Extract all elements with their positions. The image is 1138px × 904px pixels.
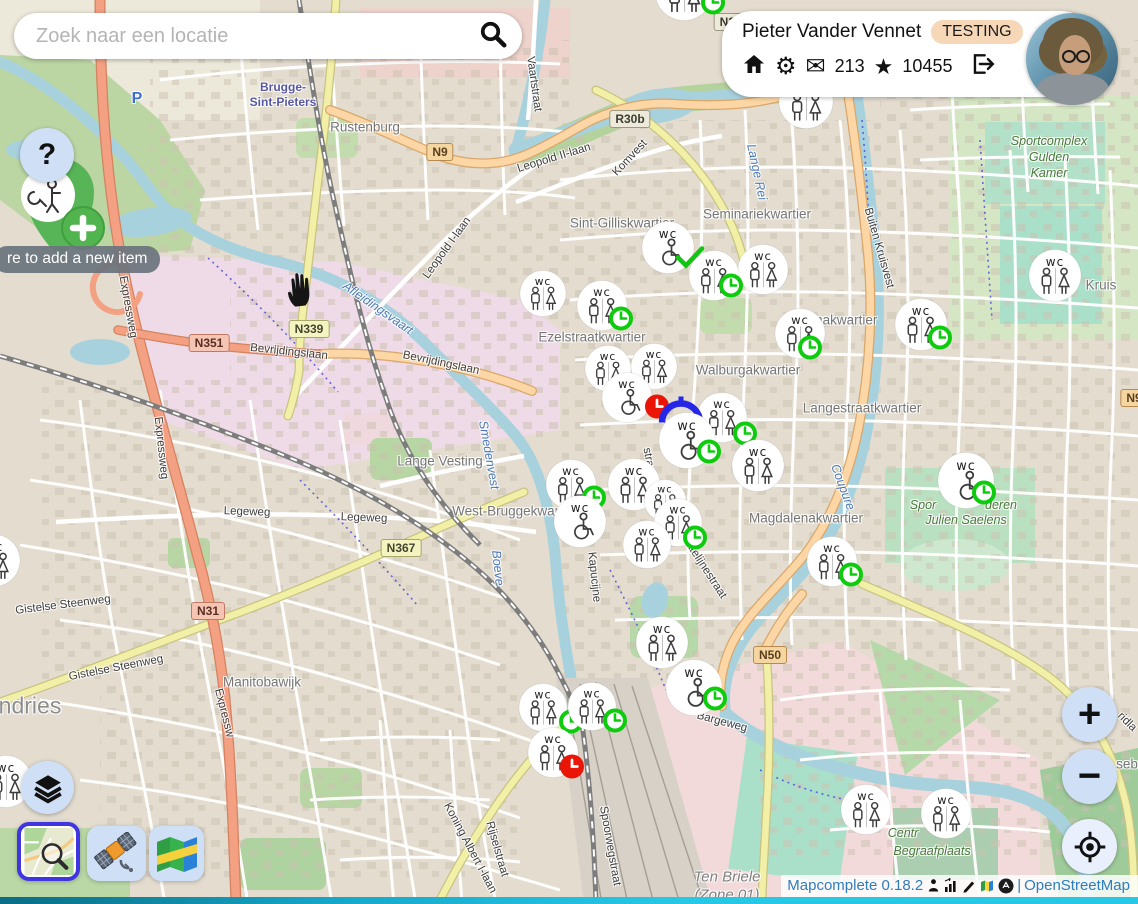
toilet-marker[interactable]: wc — [737, 244, 789, 301]
svg-text:wc: wc — [684, 666, 704, 681]
changeset-count: 10455 — [902, 56, 952, 77]
add-item-tooltip: re to add a new item — [0, 246, 160, 273]
mini-map-icon — [980, 879, 994, 892]
svg-text:wc: wc — [0, 761, 15, 775]
svg-text:wc: wc — [618, 377, 636, 391]
green-clock-badge — [608, 305, 635, 337]
statue-icon — [927, 878, 940, 893]
avatar-glasses — [1062, 50, 1090, 62]
svg-text:wc: wc — [625, 464, 643, 478]
satellite-icon — [93, 832, 141, 876]
dark-circle-icon[interactable] — [998, 878, 1014, 894]
osm-link[interactable]: OpenStreetMap — [1024, 877, 1130, 894]
green-clock-badge — [838, 561, 865, 593]
svg-text:wc: wc — [956, 459, 976, 474]
attribution-bar: Mapcomplete 0.18.2 | OpenStreetMap — [781, 875, 1138, 897]
green-clock-badge — [696, 438, 723, 470]
toilet-marker[interactable]: wc — [731, 439, 785, 498]
osm-map-search-icon — [24, 828, 74, 875]
stats-icon[interactable] — [944, 878, 958, 893]
map-marker-layer: wc wc wc wc wc wc wc — [0, 0, 1138, 904]
mapcomplete-app: RustenburgSint-GilliskwartierSeminariekw… — [0, 0, 1138, 904]
toilet-marker[interactable]: wc — [920, 788, 972, 845]
layers-icon — [32, 772, 64, 804]
folded-map-icon — [155, 833, 199, 875]
svg-text:wc: wc — [823, 541, 841, 555]
toilet-marker[interactable]: wc — [519, 270, 567, 323]
svg-text:wc: wc — [754, 249, 772, 263]
svg-text:wc: wc — [705, 255, 723, 269]
svg-text:wc: wc — [659, 227, 677, 241]
layers-button[interactable] — [21, 761, 74, 814]
svg-text:wc: wc — [653, 622, 671, 636]
logout-icon[interactable] — [969, 51, 995, 82]
zoom-out-button[interactable]: − — [1062, 749, 1117, 804]
help-label: ? — [38, 138, 56, 172]
help-button[interactable]: ? — [20, 128, 74, 182]
green-clock-badge — [700, 0, 727, 21]
message-count: 213 — [835, 56, 865, 77]
svg-text:wc: wc — [571, 501, 589, 515]
changeset-star-icon: ★ — [874, 56, 894, 78]
background-satellite-button[interactable] — [87, 826, 146, 881]
svg-text:wc: wc — [638, 526, 655, 539]
svg-text:wc: wc — [600, 350, 617, 363]
bottom-accent-bar — [0, 897, 1138, 904]
avatar[interactable] — [1026, 13, 1118, 105]
search-icon[interactable] — [478, 19, 508, 54]
zoom-in-label: + — [1078, 692, 1101, 737]
svg-text:wc: wc — [544, 732, 562, 746]
crosshair-icon — [1073, 830, 1107, 864]
svg-text:wc: wc — [791, 313, 809, 327]
svg-text:wc: wc — [749, 445, 767, 459]
search-input[interactable] — [34, 24, 478, 49]
svg-text:wc: wc — [535, 275, 552, 288]
geolocate-button[interactable] — [1062, 819, 1117, 874]
svg-text:wc: wc — [657, 485, 672, 496]
svg-text:wc: wc — [713, 397, 731, 411]
green-clock-badge — [927, 324, 954, 356]
green-clock-badge — [602, 707, 629, 739]
zoom-out-label: − — [1078, 754, 1101, 799]
svg-text:wc: wc — [583, 688, 600, 701]
toilet-marker[interactable]: wc — [840, 784, 892, 841]
testing-badge: TESTING — [931, 20, 1022, 44]
svg-text:wc: wc — [534, 689, 551, 702]
background-map-style-button[interactable] — [149, 826, 204, 881]
svg-text:wc: wc — [677, 419, 697, 434]
hand-grab-cursor — [281, 268, 319, 314]
attribution-separator: | — [1017, 877, 1021, 894]
green-clock-badge — [718, 272, 745, 304]
svg-text:wc: wc — [1046, 255, 1064, 269]
avatar-body — [1037, 73, 1109, 105]
svg-text:wc: wc — [0, 540, 3, 554]
svg-text:wc: wc — [646, 348, 663, 361]
svg-text:wc: wc — [669, 504, 686, 517]
toilet-marker[interactable]: wc — [553, 495, 607, 554]
toilet-marker[interactable]: wc — [622, 520, 672, 575]
zoom-in-button[interactable]: + — [1062, 687, 1117, 742]
toilet-marker[interactable]: wc — [1028, 249, 1082, 308]
home-icon[interactable] — [742, 52, 766, 81]
svg-text:wc: wc — [562, 464, 580, 478]
green-clock-badge — [971, 479, 998, 511]
messages-envelope-icon[interactable]: ✉ — [806, 55, 826, 79]
green-clock-badge — [702, 685, 729, 717]
green-clock-badge — [797, 334, 824, 366]
svg-text:wc: wc — [937, 793, 955, 807]
svg-text:wc: wc — [857, 789, 875, 803]
background-osm-button[interactable] — [17, 822, 80, 881]
app-version[interactable]: Mapcomplete 0.18.2 — [787, 877, 923, 894]
pencil-icon[interactable] — [962, 878, 976, 893]
settings-gear-icon[interactable]: ⚙ — [775, 55, 797, 79]
user-name: Pieter Vander Vennet — [742, 21, 921, 43]
green-clock-badge — [682, 524, 709, 556]
search-bar[interactable] — [14, 13, 522, 59]
toilet-marker[interactable]: wc — [0, 534, 21, 593]
red-clock-badge — [559, 753, 586, 785]
svg-text:wc: wc — [593, 285, 611, 299]
svg-text:wc: wc — [912, 304, 930, 318]
